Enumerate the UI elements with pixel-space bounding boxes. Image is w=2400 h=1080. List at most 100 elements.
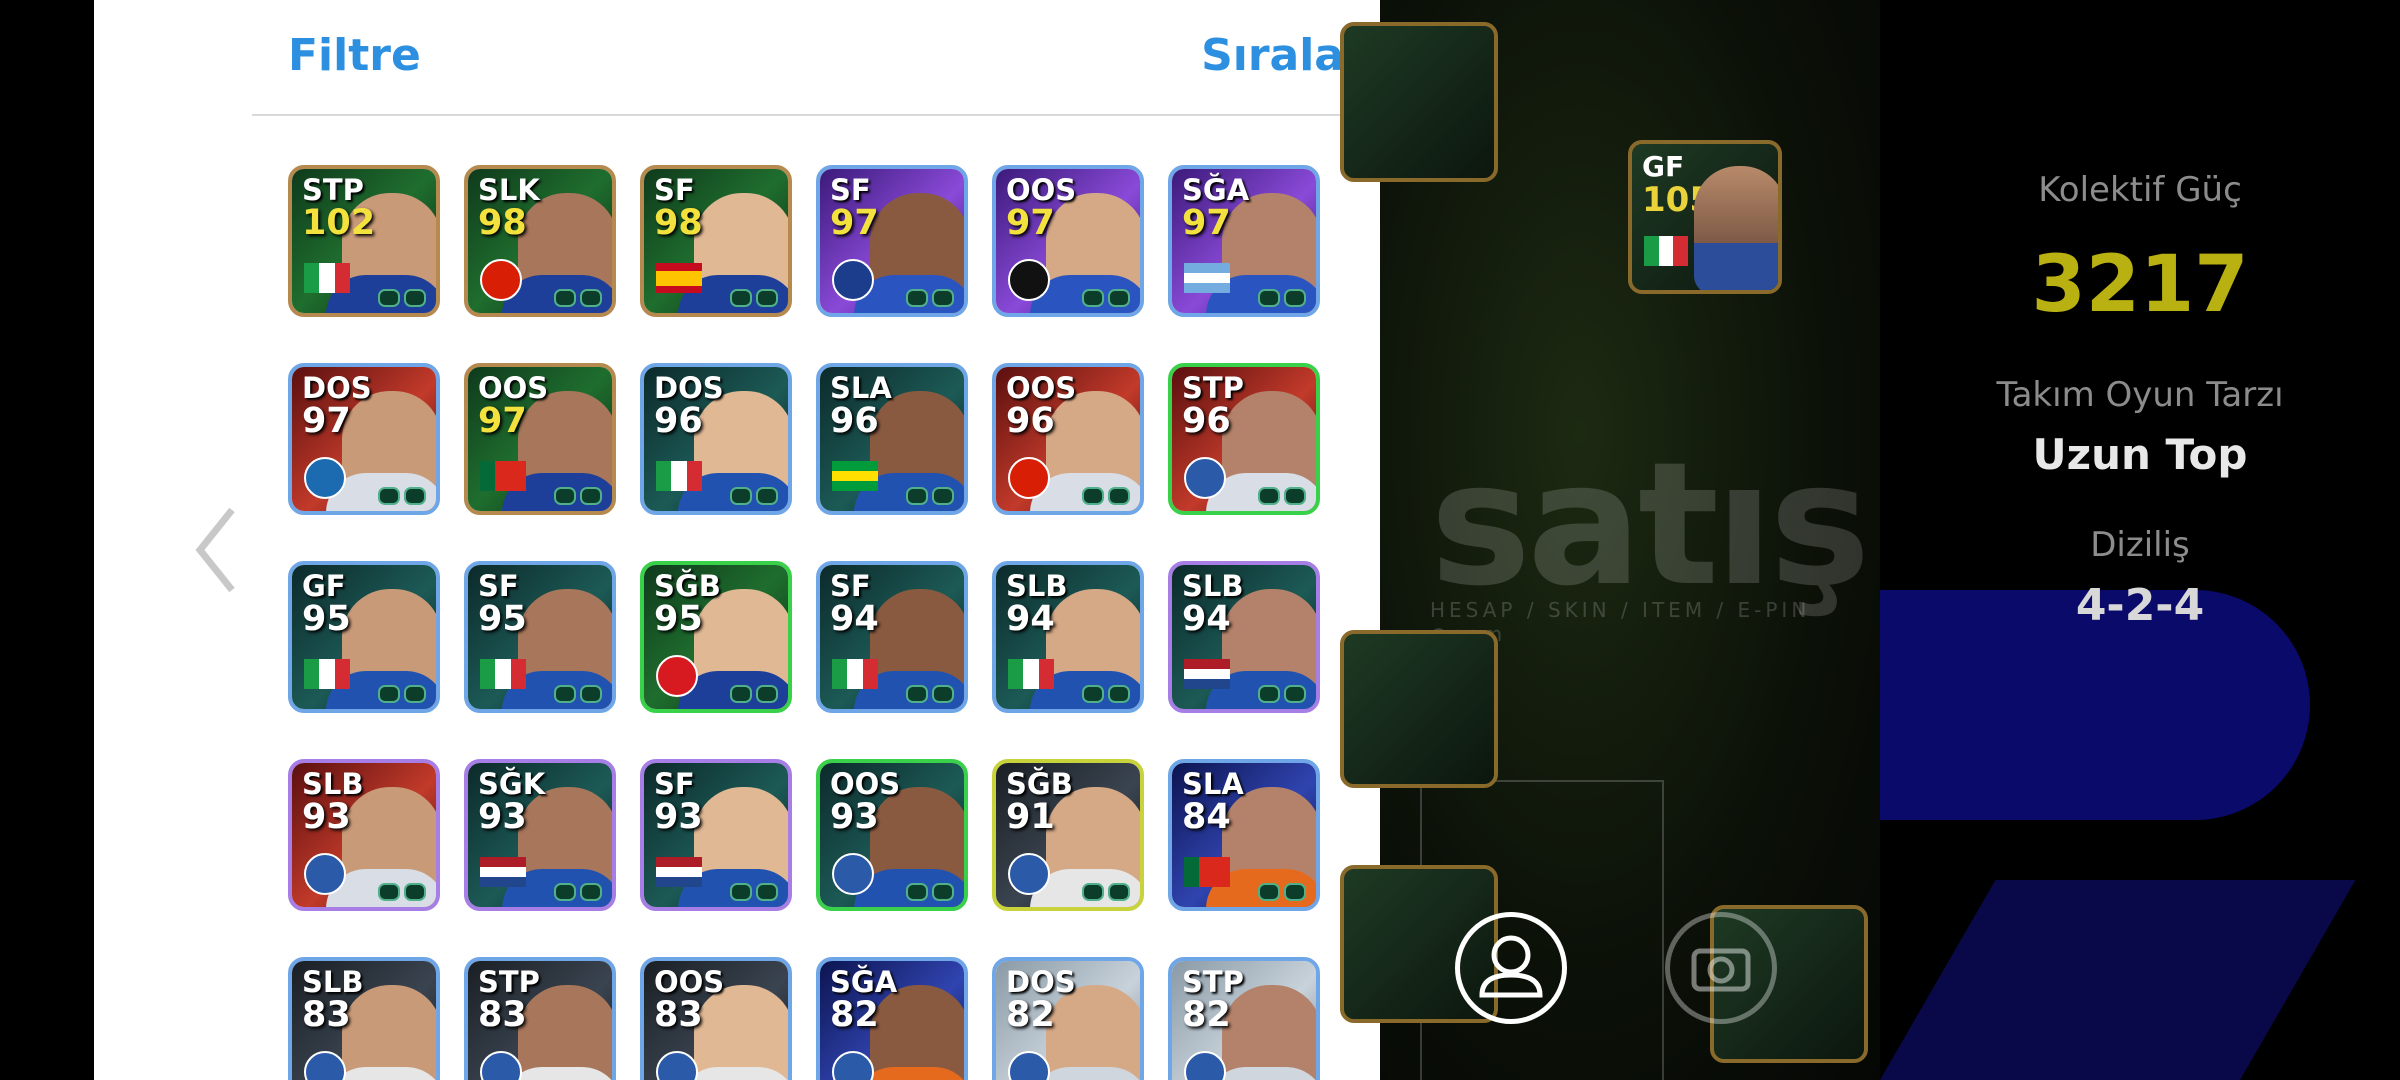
card-position: OOS — [830, 767, 901, 801]
player-card[interactable]: SĞA 97 — [1168, 165, 1320, 317]
skill-slot-icon — [1082, 685, 1104, 703]
city-badge-icon — [304, 457, 346, 499]
player-card[interactable]: SĞA 82 — [816, 957, 968, 1080]
skill-slot-icon — [378, 685, 400, 703]
skill-slots — [730, 685, 778, 703]
player-card[interactable]: OOS 97 — [464, 363, 616, 515]
skill-slot-icon — [1108, 883, 1130, 901]
player-card[interactable]: SLB 94 — [992, 561, 1144, 713]
skill-slot-icon — [580, 487, 602, 505]
field-card-position: GF — [1642, 150, 1685, 183]
manutd-badge-icon — [480, 259, 522, 301]
skill-slots — [554, 685, 602, 703]
skill-slot-icon — [906, 685, 928, 703]
skill-slot-icon — [1284, 685, 1306, 703]
flag-italy-icon — [656, 461, 702, 491]
card-rating: 83 — [654, 995, 703, 1035]
player-portrait — [342, 985, 436, 1080]
card-rating: 96 — [830, 401, 879, 441]
flag-italy-icon — [304, 659, 350, 689]
player-portrait — [1046, 985, 1140, 1080]
player-card[interactable]: SLB 83 — [288, 957, 440, 1080]
card-rating: 98 — [654, 203, 703, 243]
player-card[interactable]: STP 102 — [288, 165, 440, 317]
card-rating: 97 — [302, 401, 351, 441]
skill-slot-icon — [756, 487, 778, 505]
player-card[interactable]: DOS 82 — [992, 957, 1144, 1080]
player-card[interactable]: SF 95 — [464, 561, 616, 713]
player-portrait — [1694, 166, 1778, 290]
player-card[interactable]: OOS 83 — [640, 957, 792, 1080]
player-card[interactable]: OOS 97 — [992, 165, 1144, 317]
skill-slots — [378, 289, 426, 307]
flag-brazil-icon — [832, 461, 878, 491]
player-card[interactable]: SF 94 — [816, 561, 968, 713]
fenerbahce-badge-icon — [832, 259, 874, 301]
player-card[interactable]: DOS 97 — [288, 363, 440, 515]
flag-italy-icon — [1008, 659, 1054, 689]
player-card[interactable]: GF 95 — [288, 561, 440, 713]
skill-slot-icon — [554, 289, 576, 307]
club-badge-icon — [832, 853, 874, 895]
skill-slot-icon — [756, 685, 778, 703]
profile-button[interactable] — [1455, 912, 1567, 1024]
skill-slots — [906, 685, 954, 703]
field-player-card[interactable] — [1340, 630, 1498, 788]
skill-slots — [730, 487, 778, 505]
camera-button[interactable] — [1665, 912, 1777, 1024]
card-position: SF — [654, 173, 695, 207]
field-player-card[interactable] — [1340, 22, 1498, 182]
player-card[interactable]: OOS 96 — [992, 363, 1144, 515]
player-card[interactable]: DOS 96 — [640, 363, 792, 515]
player-card[interactable]: SĞB 95 — [640, 561, 792, 713]
player-card[interactable]: STP 82 — [1168, 957, 1320, 1080]
team-info-panel: Kolektif Güç 3217 Takım Oyun Tarzı Uzun … — [1880, 0, 2400, 1080]
player-card[interactable]: SLB 93 — [288, 759, 440, 911]
flag-netherlands-icon — [656, 857, 702, 887]
player-card[interactable]: SLA 84 — [1168, 759, 1320, 911]
player-card[interactable]: SĞK 93 — [464, 759, 616, 911]
skill-slot-icon — [1284, 487, 1306, 505]
card-position: OOS — [654, 965, 725, 999]
card-position: SLA — [830, 371, 892, 405]
player-portrait — [518, 985, 612, 1080]
player-card[interactable]: SF 93 — [640, 759, 792, 911]
player-card[interactable]: SF 98 — [640, 165, 792, 317]
skill-slot-icon — [554, 487, 576, 505]
player-card[interactable]: SLA 96 — [816, 363, 968, 515]
card-rating: 91 — [1006, 797, 1055, 837]
card-rating: 83 — [478, 995, 527, 1035]
filter-button[interactable]: Filtre — [288, 30, 421, 81]
player-card[interactable]: SĞB 91 — [992, 759, 1144, 911]
chevron-left-icon[interactable] — [190, 500, 250, 600]
card-rating: 96 — [1182, 401, 1231, 441]
sort-button[interactable]: Sırala — [1201, 30, 1344, 81]
team-style-value: Uzun Top — [2032, 430, 2248, 479]
player-card[interactable]: SLB 94 — [1168, 561, 1320, 713]
skill-slots — [554, 883, 602, 901]
card-position: OOS — [1006, 173, 1077, 207]
formation-value: 4-2-4 — [2075, 580, 2205, 631]
field-player-card[interactable]: GF 105 — [1628, 140, 1782, 294]
card-rating: 95 — [302, 599, 351, 639]
skill-slots — [1082, 883, 1130, 901]
skill-slot-icon — [1284, 289, 1306, 307]
skill-slots — [906, 883, 954, 901]
player-card[interactable]: SLK 98 — [464, 165, 616, 317]
player-card[interactable]: STP 96 — [1168, 363, 1320, 515]
player-card[interactable]: SF 97 — [816, 165, 968, 317]
player-card[interactable]: STP 83 — [464, 957, 616, 1080]
arsenal-badge-icon — [656, 655, 698, 697]
skill-slot-icon — [756, 883, 778, 901]
skill-slots — [378, 883, 426, 901]
skill-slot-icon — [1258, 685, 1280, 703]
skill-slot-icon — [378, 883, 400, 901]
club-badge-icon — [304, 853, 346, 895]
player-portrait — [1222, 985, 1316, 1080]
skill-slot-icon — [1108, 685, 1130, 703]
card-rating: 96 — [1006, 401, 1055, 441]
besiktas-badge-icon — [1008, 259, 1050, 301]
player-portrait — [870, 985, 964, 1080]
player-card[interactable]: OOS 93 — [816, 759, 968, 911]
skill-slot-icon — [1258, 289, 1280, 307]
